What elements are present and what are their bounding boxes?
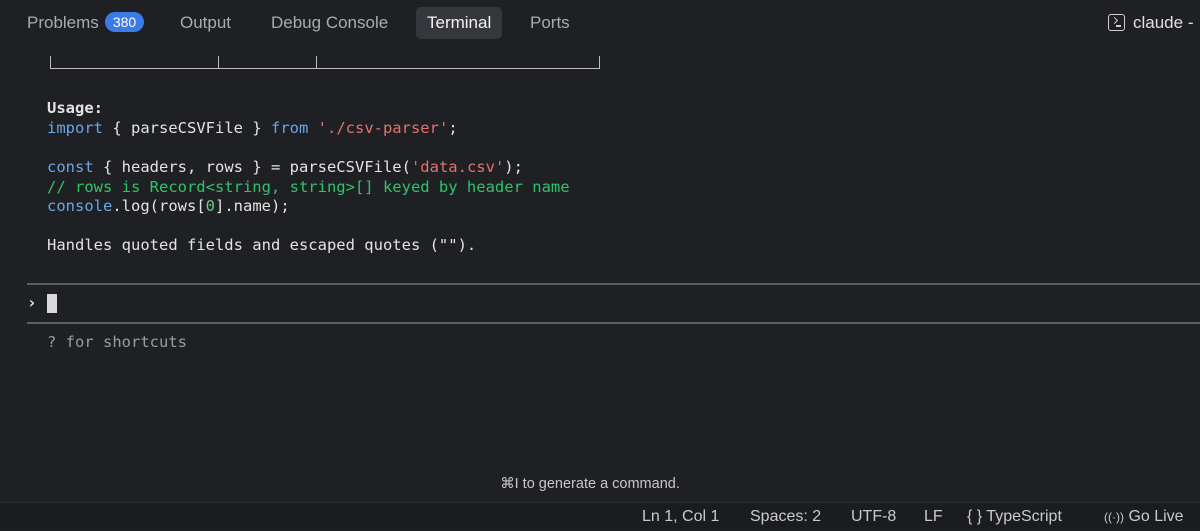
table-column-divider (218, 56, 219, 69)
ascii-table-bottom-border (50, 56, 600, 69)
tab-problems[interactable]: Problems 380 (27, 7, 145, 39)
status-language-label: TypeScript (986, 508, 1062, 525)
generate-command-hint: ⌘I to generate a command. (500, 476, 680, 492)
problems-count-badge: 380 (104, 12, 145, 32)
status-go-live[interactable]: ((·)) Go Live (1104, 503, 1184, 529)
tab-output-label: Output (180, 13, 232, 32)
const-code-line: const { headers, rows } = parseCSVFile('… (47, 157, 523, 177)
const-destructure: { headers, rows } = parseCSVFile( (93, 158, 411, 176)
status-language[interactable]: { } TypeScript (967, 503, 1062, 529)
table-column-divider (316, 56, 317, 69)
import-code-line: import { parseCSVFile } from './csv-pars… (47, 118, 458, 138)
go-live-label: Go Live (1128, 508, 1184, 525)
note-line: Handles quoted fields and escaped quotes… (47, 236, 477, 254)
module-path-string: './csv-parser' (317, 119, 449, 137)
semicolon: ; (448, 119, 458, 137)
import-keyword: import (47, 119, 103, 137)
terminal-icon (1108, 14, 1125, 31)
shortcuts-hint: ? for shortcuts (47, 333, 187, 351)
prompt-top-divider (27, 283, 1200, 285)
index-number: 0 (205, 197, 215, 215)
log-call: .log(rows[ (112, 197, 206, 215)
console-object: console (47, 197, 113, 215)
tab-problems-label: Problems (27, 13, 99, 32)
tab-output[interactable]: Output (180, 7, 231, 39)
import-names: { parseCSVFile } (103, 119, 271, 137)
const-keyword: const (47, 158, 94, 176)
status-line-ending[interactable]: LF (924, 503, 943, 529)
tab-debug-console-label: Debug Console (271, 13, 389, 32)
prompt-chevron-icon: › (27, 293, 37, 312)
tab-terminal[interactable]: Terminal (416, 7, 503, 39)
broadcast-icon: ((·)) (1104, 510, 1124, 524)
console-code-line: console.log(rows[0].name); (47, 196, 290, 216)
status-cursor-position[interactable]: Ln 1, Col 1 (642, 503, 719, 529)
tab-debug-console[interactable]: Debug Console (271, 7, 388, 39)
filename-string: 'data.csv' (410, 158, 505, 176)
terminal-instance-name: claude - (1133, 13, 1194, 32)
usage-heading: Usage: (47, 99, 103, 117)
status-encoding[interactable]: UTF-8 (851, 503, 896, 529)
panel-tabbar: Problems 380 Output Debug Console Termina… (0, 0, 1200, 46)
braces-icon: { } (967, 508, 983, 525)
property-access: ].name); (215, 197, 290, 215)
terminal-input-cursor[interactable] (47, 294, 57, 313)
tab-terminal-label: Terminal (427, 13, 492, 32)
status-bar: Ln 1, Col 1 Spaces: 2 UTF-8 LF { } TypeS… (0, 502, 1200, 529)
call-close: ); (504, 158, 523, 176)
status-indentation[interactable]: Spaces: 2 (750, 503, 821, 529)
prompt-bottom-divider (27, 322, 1200, 324)
from-keyword: from (270, 119, 309, 137)
terminal-instance-selector[interactable]: claude - (1108, 7, 1193, 39)
tab-ports[interactable]: Ports (530, 7, 570, 39)
comment-code-line: // rows is Record<string, string>[] keye… (47, 178, 570, 196)
tab-ports-label: Ports (530, 13, 570, 32)
